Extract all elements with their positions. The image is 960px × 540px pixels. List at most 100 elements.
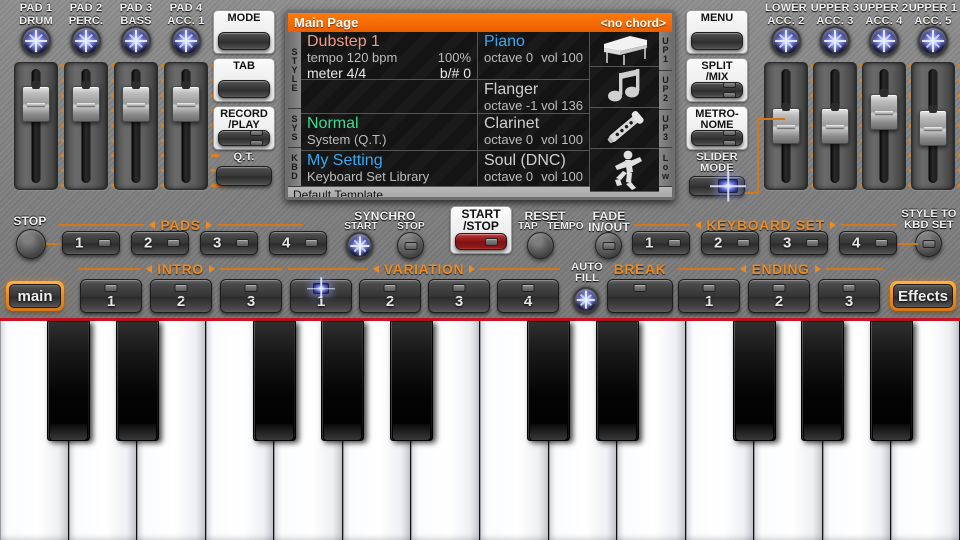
lcd-style-cell-2[interactable]: NormalSystem (Q.T.) bbox=[301, 114, 477, 150]
ending-button-3[interactable]: 3 bbox=[818, 279, 880, 313]
right-fader-1-handle[interactable] bbox=[821, 108, 849, 144]
start-stop-button[interactable] bbox=[455, 233, 507, 250]
lcd-part-cell-1[interactable]: Flangeroctave -1vol 136 bbox=[478, 80, 589, 115]
left-fader-3-handle[interactable] bbox=[172, 86, 200, 122]
keyboard-set-section-header-rule bbox=[634, 224, 690, 226]
right-fader-1[interactable] bbox=[813, 62, 857, 190]
main-button[interactable]: main bbox=[6, 281, 64, 311]
piano-keyboard[interactable] bbox=[0, 318, 960, 540]
intro-button-3[interactable]: 3 bbox=[220, 279, 282, 313]
keyboard-set-button-3[interactable]: 3 bbox=[770, 231, 828, 255]
dancer-icon[interactable] bbox=[590, 149, 659, 192]
left-button-1[interactable] bbox=[218, 80, 270, 98]
right-fader-0-handle[interactable] bbox=[772, 108, 800, 144]
left-fader-2[interactable] bbox=[114, 62, 158, 190]
left-fader-1[interactable] bbox=[64, 62, 108, 190]
variation-button-1-divider bbox=[293, 298, 349, 299]
right-fader-0[interactable] bbox=[764, 62, 808, 190]
lcd-row-1-part-detail: octave -1vol 136 bbox=[484, 98, 583, 113]
left-fader-2-handle[interactable] bbox=[122, 86, 150, 122]
fade-knob-button[interactable] bbox=[595, 232, 622, 259]
right-lamp-3-icon[interactable] bbox=[918, 26, 948, 56]
black-key[interactable] bbox=[47, 321, 90, 441]
pad-button-1[interactable]: 1 bbox=[62, 231, 120, 255]
keyboard-set-button-2[interactable]: 2 bbox=[701, 231, 759, 255]
left-fader-1-handle[interactable] bbox=[72, 86, 100, 122]
left-fader-0[interactable] bbox=[14, 62, 58, 190]
right-button-3[interactable] bbox=[689, 176, 745, 196]
right-lamp-0-icon[interactable] bbox=[771, 26, 801, 56]
black-key[interactable] bbox=[801, 321, 844, 441]
right-button-1[interactable] bbox=[691, 82, 743, 98]
pad-button-2-led-icon bbox=[167, 239, 180, 247]
rail-char: S bbox=[291, 133, 297, 142]
left-lamp-1-icon[interactable] bbox=[71, 26, 101, 56]
pad-button-4[interactable]: 4 bbox=[269, 231, 327, 255]
right-button-3-label: SLIDERMODE bbox=[686, 152, 748, 174]
black-key[interactable] bbox=[390, 321, 433, 441]
intro-button-1[interactable]: 1 bbox=[80, 279, 142, 313]
lcd-part-cell-2[interactable]: Clarinetoctave 0vol 100 bbox=[478, 114, 589, 150]
stop-knob-button[interactable] bbox=[16, 229, 46, 259]
ending-button-2[interactable]: 2 bbox=[748, 279, 810, 313]
synchro-stop-knob-button[interactable] bbox=[397, 232, 424, 259]
left-button-3[interactable] bbox=[216, 166, 272, 186]
music-note-icon[interactable] bbox=[590, 67, 659, 108]
right-fader-3-handle[interactable] bbox=[919, 110, 947, 146]
effects-button[interactable]: Effects bbox=[890, 281, 956, 311]
left-button-0[interactable] bbox=[218, 32, 270, 50]
auto-fill-lamp-button[interactable] bbox=[573, 287, 599, 313]
right-button-2[interactable] bbox=[691, 130, 743, 146]
chord-indicator: <no chord> bbox=[601, 16, 666, 30]
variation-button-2[interactable]: 2 bbox=[359, 279, 421, 313]
ending-button-1-led-icon bbox=[703, 284, 716, 292]
grand-piano-icon[interactable] bbox=[590, 32, 659, 67]
lcd-style-cell-3[interactable]: My SettingKeyboard Set Library bbox=[301, 151, 477, 187]
lcd-style-cell-0[interactable]: Dubstep 1tempo 120 bpm100%meter 4/4b/# 0 bbox=[301, 32, 477, 80]
pad-button-2[interactable]: 2 bbox=[131, 231, 189, 255]
variation-button-4[interactable]: 4 bbox=[497, 279, 559, 313]
lcd-display[interactable]: Main Page <no chord> STYLESYSKBD Dubstep… bbox=[285, 10, 675, 200]
black-key[interactable] bbox=[870, 321, 913, 441]
synchro-start-lamp-button[interactable] bbox=[346, 232, 373, 259]
tap-tempo-knob-button[interactable] bbox=[527, 232, 554, 259]
left-fader-3[interactable] bbox=[164, 62, 208, 190]
variation-button-1[interactable]: 1 bbox=[290, 279, 352, 313]
black-key[interactable] bbox=[116, 321, 159, 441]
lcd-style-cell-1[interactable] bbox=[301, 80, 477, 115]
black-key[interactable] bbox=[253, 321, 296, 441]
style-to-kbd-set-button[interactable] bbox=[915, 230, 942, 257]
intro-section-header-rule bbox=[146, 265, 152, 273]
black-key[interactable] bbox=[321, 321, 364, 441]
keyboard-set-button-4-label: 4 bbox=[852, 235, 860, 252]
left-lamp-0-icon[interactable] bbox=[21, 26, 51, 56]
style-to-kbd-set-label: STYLE TOKBD SET bbox=[898, 209, 960, 231]
right-fader-2[interactable] bbox=[862, 62, 906, 190]
keyboard-set-button-1[interactable]: 1 bbox=[632, 231, 690, 255]
black-key[interactable] bbox=[596, 321, 639, 441]
start-stop-led-icon bbox=[485, 238, 498, 246]
keyboard-set-button-4[interactable]: 4 bbox=[839, 231, 897, 255]
right-button-0[interactable] bbox=[691, 32, 743, 50]
pads-section-header-rule bbox=[217, 224, 303, 226]
ending-button-1[interactable]: 1 bbox=[678, 279, 740, 313]
lcd-row-0-line2-right: 100% bbox=[438, 50, 471, 65]
right-fader-2-handle[interactable] bbox=[870, 94, 898, 130]
left-fader-0-handle[interactable] bbox=[22, 86, 50, 122]
black-key[interactable] bbox=[733, 321, 776, 441]
pad-button-3[interactable]: 3 bbox=[200, 231, 258, 255]
intro-button-2[interactable]: 2 bbox=[150, 279, 212, 313]
lcd-row-3-part-detail: octave 0vol 100 bbox=[484, 169, 583, 184]
left-lamp-3-icon[interactable] bbox=[171, 26, 201, 56]
lcd-part-cell-0[interactable]: Pianooctave 0vol 100 bbox=[478, 32, 589, 80]
lcd-part-cell-3[interactable]: Soul (DNC)octave 0vol 100 bbox=[478, 151, 589, 187]
break-button[interactable] bbox=[607, 279, 673, 313]
left-button-2[interactable] bbox=[218, 130, 270, 146]
left-lamp-2-icon[interactable] bbox=[121, 26, 151, 56]
black-key[interactable] bbox=[527, 321, 570, 441]
right-fader-3[interactable] bbox=[911, 62, 955, 190]
clarinet-icon[interactable] bbox=[590, 108, 659, 149]
right-lamp-1-icon[interactable] bbox=[820, 26, 850, 56]
right-lamp-2-icon[interactable] bbox=[869, 26, 899, 56]
variation-button-3[interactable]: 3 bbox=[428, 279, 490, 313]
